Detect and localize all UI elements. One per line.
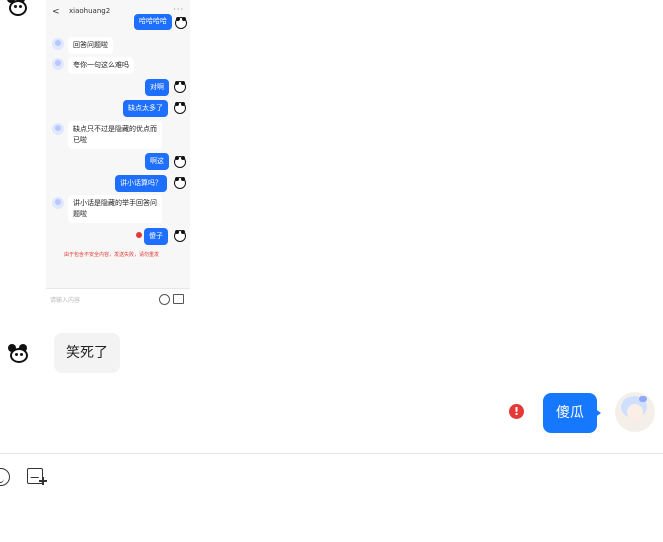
screenshot-bubble-out-failed: 傻子 bbox=[144, 228, 168, 245]
user-avatar[interactable] bbox=[615, 392, 655, 432]
screenshot-panda-avatar bbox=[175, 17, 187, 29]
error-icon[interactable]: ! bbox=[509, 404, 524, 419]
screenshot-bubble-out: 啊这 bbox=[145, 153, 169, 170]
screenshot-panda-avatar bbox=[174, 177, 186, 189]
image-message-screenshot[interactable]: < xiaohuang2 ··· 哈哈哈哈 回答问题啦 夸你一句这么难吗 对啊 … bbox=[46, 0, 190, 310]
screenshot-bubble-out: 对啊 bbox=[145, 79, 169, 96]
screenshot-panda-avatar bbox=[174, 102, 186, 114]
back-icon: < bbox=[52, 7, 60, 17]
screenshot-girl-avatar bbox=[52, 58, 64, 70]
input-divider bbox=[0, 453, 663, 454]
screenshot-bubble-out: 哈哈哈哈 bbox=[134, 14, 172, 30]
screenshot-bubble-out: 缺点太多了 bbox=[123, 100, 168, 117]
screenshot-title: xiaohuang2 bbox=[69, 7, 111, 15]
screenshot-input-bar: 请输入内容 bbox=[46, 288, 190, 310]
incoming-message-bubble[interactable]: 笑死了 bbox=[54, 333, 120, 373]
panda-avatar[interactable] bbox=[8, 343, 28, 363]
more-icon: ··· bbox=[173, 5, 184, 14]
screenshot-girl-avatar bbox=[52, 197, 64, 209]
screenshot-panda-avatar bbox=[174, 81, 186, 93]
screenshot-bubble-in: 缺点只不过是隐藏的优点而已啦 bbox=[68, 121, 162, 149]
screenshot-bubble-out: 讲小话算吗？ bbox=[115, 175, 167, 192]
panda-avatar-top[interactable] bbox=[5, 0, 27, 16]
screenshot-send-failed-notice: 由于包含不安全内容，发送失败，请勿重发 bbox=[64, 252, 160, 258]
screenshot-girl-avatar bbox=[52, 38, 64, 50]
screenshot-panda-avatar bbox=[174, 156, 186, 168]
screenshot-error-icon bbox=[136, 232, 142, 238]
bubble-tail bbox=[594, 408, 601, 418]
smile-icon[interactable] bbox=[0, 468, 10, 486]
outgoing-message-bubble[interactable]: 傻瓜 bbox=[543, 393, 597, 433]
screenshot-input-placeholder: 请输入内容 bbox=[50, 297, 81, 304]
screenshot-bubble-in: 讲小话是隐藏的举手回答问题啦 bbox=[68, 195, 162, 223]
screenshot-panda-avatar bbox=[174, 230, 186, 242]
screenshot-bubble-in: 夸你一句这么难吗 bbox=[68, 57, 134, 74]
screenshot-bubble-in: 回答问题啦 bbox=[68, 37, 113, 54]
screenshot-emoji-icon bbox=[159, 294, 170, 305]
screenshot-girl-avatar bbox=[52, 123, 64, 135]
add-image-icon[interactable] bbox=[27, 468, 47, 486]
screenshot-image-icon bbox=[173, 294, 184, 304]
